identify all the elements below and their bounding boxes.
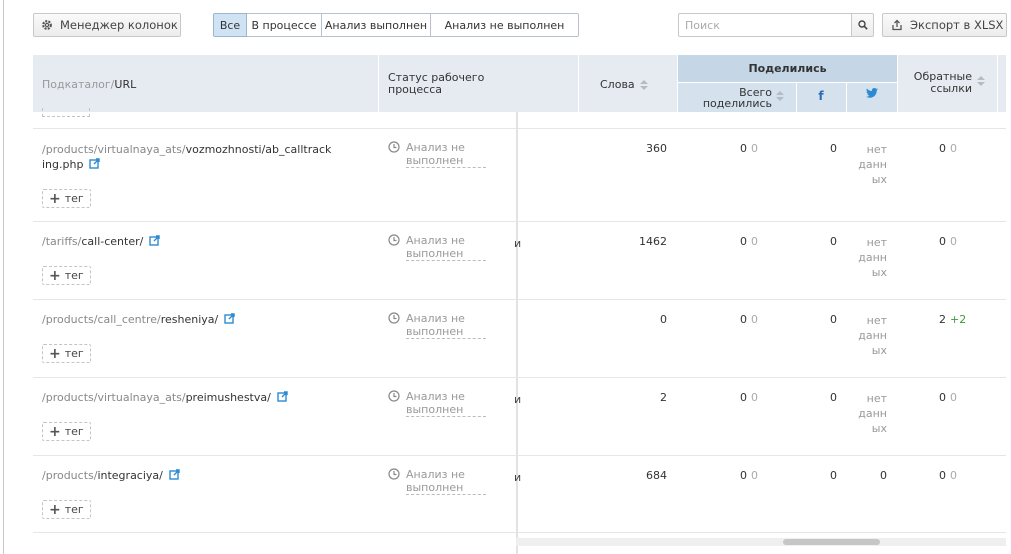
words-value: 684	[646, 469, 667, 482]
backlinks-value: 00	[939, 391, 957, 404]
truncated-cell: и	[514, 237, 522, 250]
row-divider	[33, 532, 1006, 533]
clock-icon	[388, 141, 400, 153]
pane-split	[516, 112, 518, 554]
search-button[interactable]	[852, 13, 874, 37]
row-divider	[33, 221, 1006, 222]
total-shares-value: 00	[740, 142, 758, 155]
gear-icon	[42, 20, 52, 30]
workflow-status[interactable]: Анализ не выполнен	[388, 141, 486, 168]
workflow-status[interactable]: Анализ не выполнен	[388, 390, 486, 417]
external-link-icon[interactable]	[277, 391, 288, 402]
sort-icon	[639, 79, 648, 90]
words-value: 0	[660, 313, 667, 326]
column-header-status[interactable]: Статус рабочего процесса	[388, 72, 508, 96]
twitter-shares-value: нет данн ых	[858, 236, 887, 279]
row-divider	[33, 299, 1006, 300]
truncated-cell: и	[514, 393, 522, 406]
add-tag-button[interactable]: + тег	[42, 344, 91, 363]
status-filter-group: Все В процессе Анализ выполнен Анализ не…	[213, 13, 579, 37]
total-shares-value: 00	[740, 391, 758, 404]
column-header-words[interactable]: Слова	[600, 78, 648, 91]
header-divider	[378, 55, 379, 112]
sort-icon[interactable]	[977, 76, 985, 86]
column-group-shares: Поделились	[748, 62, 827, 75]
facebook-icon[interactable]: f	[796, 89, 846, 103]
external-link-icon[interactable]	[169, 469, 180, 480]
twitter-icon[interactable]	[847, 88, 897, 98]
left-border	[3, 0, 4, 554]
column-header-total-shares[interactable]: Всего поделились	[678, 87, 772, 109]
facebook-shares-value: 0	[830, 313, 837, 326]
twitter-shares-value: нет данн ых	[858, 143, 887, 186]
external-link-icon[interactable]	[149, 235, 161, 246]
export-label: Экспорт в XLSX	[910, 18, 1004, 32]
twitter-shares-value: нет данн ых	[858, 314, 887, 357]
header-divider	[997, 55, 998, 112]
column-manager-button[interactable]: Менеджер колонок	[33, 13, 181, 37]
column-header-url[interactable]: Подкаталог/URL	[42, 78, 136, 91]
export-xlsx-button[interactable]: Экспорт в XLSX	[882, 13, 1007, 37]
workflow-status[interactable]: Анализ не выполнен	[388, 468, 486, 495]
facebook-shares-value: 0	[830, 469, 837, 482]
backlinks-value: 00	[939, 469, 957, 482]
row-url[interactable]: /products/virtualnaya_ats/vozmozhnosti/a…	[42, 142, 342, 172]
twitter-shares-value: 0	[880, 469, 887, 482]
words-value: 1462	[639, 235, 667, 248]
workflow-status[interactable]: Анализ не выполнен	[388, 234, 486, 261]
row-url[interactable]: /products/virtualnaya_ats/preimushestva/	[42, 390, 342, 405]
total-shares-value: 00	[740, 235, 758, 248]
add-tag-button[interactable]: + тег	[42, 500, 91, 519]
filter-analysis-done[interactable]: Анализ выполнен	[322, 13, 431, 37]
scrollbar-thumb[interactable]	[783, 539, 880, 545]
workflow-status[interactable]: Анализ не выполнен	[388, 312, 486, 339]
words-value: 2	[660, 391, 667, 404]
external-link-icon[interactable]	[89, 158, 101, 169]
clock-icon	[388, 468, 400, 480]
add-tag-button[interactable]: + тег	[42, 422, 91, 441]
filter-all[interactable]: Все	[213, 13, 247, 37]
horizontal-scrollbar[interactable]	[516, 538, 1006, 546]
twitter-shares-value: нет данн ых	[858, 392, 887, 435]
row-divider	[33, 128, 1006, 129]
filter-in-progress[interactable]: В процессе	[247, 13, 322, 37]
total-shares-value: 00	[740, 313, 758, 326]
total-shares-value: 00	[740, 469, 758, 482]
clock-icon	[388, 390, 400, 402]
filter-analysis-not-done[interactable]: Анализ не выполнен	[431, 13, 579, 37]
backlinks-value: 00	[939, 235, 957, 248]
external-link-icon[interactable]	[224, 313, 235, 324]
facebook-shares-value: 0	[830, 142, 837, 155]
truncated-cell: и	[514, 471, 522, 484]
add-tag-button[interactable]: + тег	[42, 189, 91, 208]
column-manager-label: Менеджер колонок	[60, 18, 178, 32]
clock-icon	[388, 312, 400, 324]
tag-button-partial[interactable]	[42, 108, 90, 117]
row-divider	[33, 455, 1006, 456]
clock-icon	[388, 234, 400, 246]
search-icon	[857, 20, 868, 30]
row-url[interactable]: /tariffs/call-center/	[42, 234, 342, 249]
backlinks-value: 00	[939, 142, 957, 155]
sort-icon[interactable]	[776, 91, 784, 101]
column-header-backlinks[interactable]: Обратные ссылки	[897, 71, 972, 95]
row-url[interactable]: /products/call_centre/resheniya/	[42, 312, 342, 327]
add-tag-button[interactable]: + тег	[42, 266, 91, 285]
export-icon	[892, 19, 902, 31]
row-url[interactable]: /products/integraciya/	[42, 468, 342, 483]
search-input[interactable]	[678, 13, 852, 37]
row-divider	[33, 377, 1006, 378]
header-divider	[578, 55, 579, 112]
facebook-shares-value: 0	[830, 391, 837, 404]
backlinks-value: 2 +2	[939, 313, 967, 326]
header-divider	[678, 82, 897, 83]
words-value: 360	[646, 142, 667, 155]
facebook-shares-value: 0	[830, 235, 837, 248]
